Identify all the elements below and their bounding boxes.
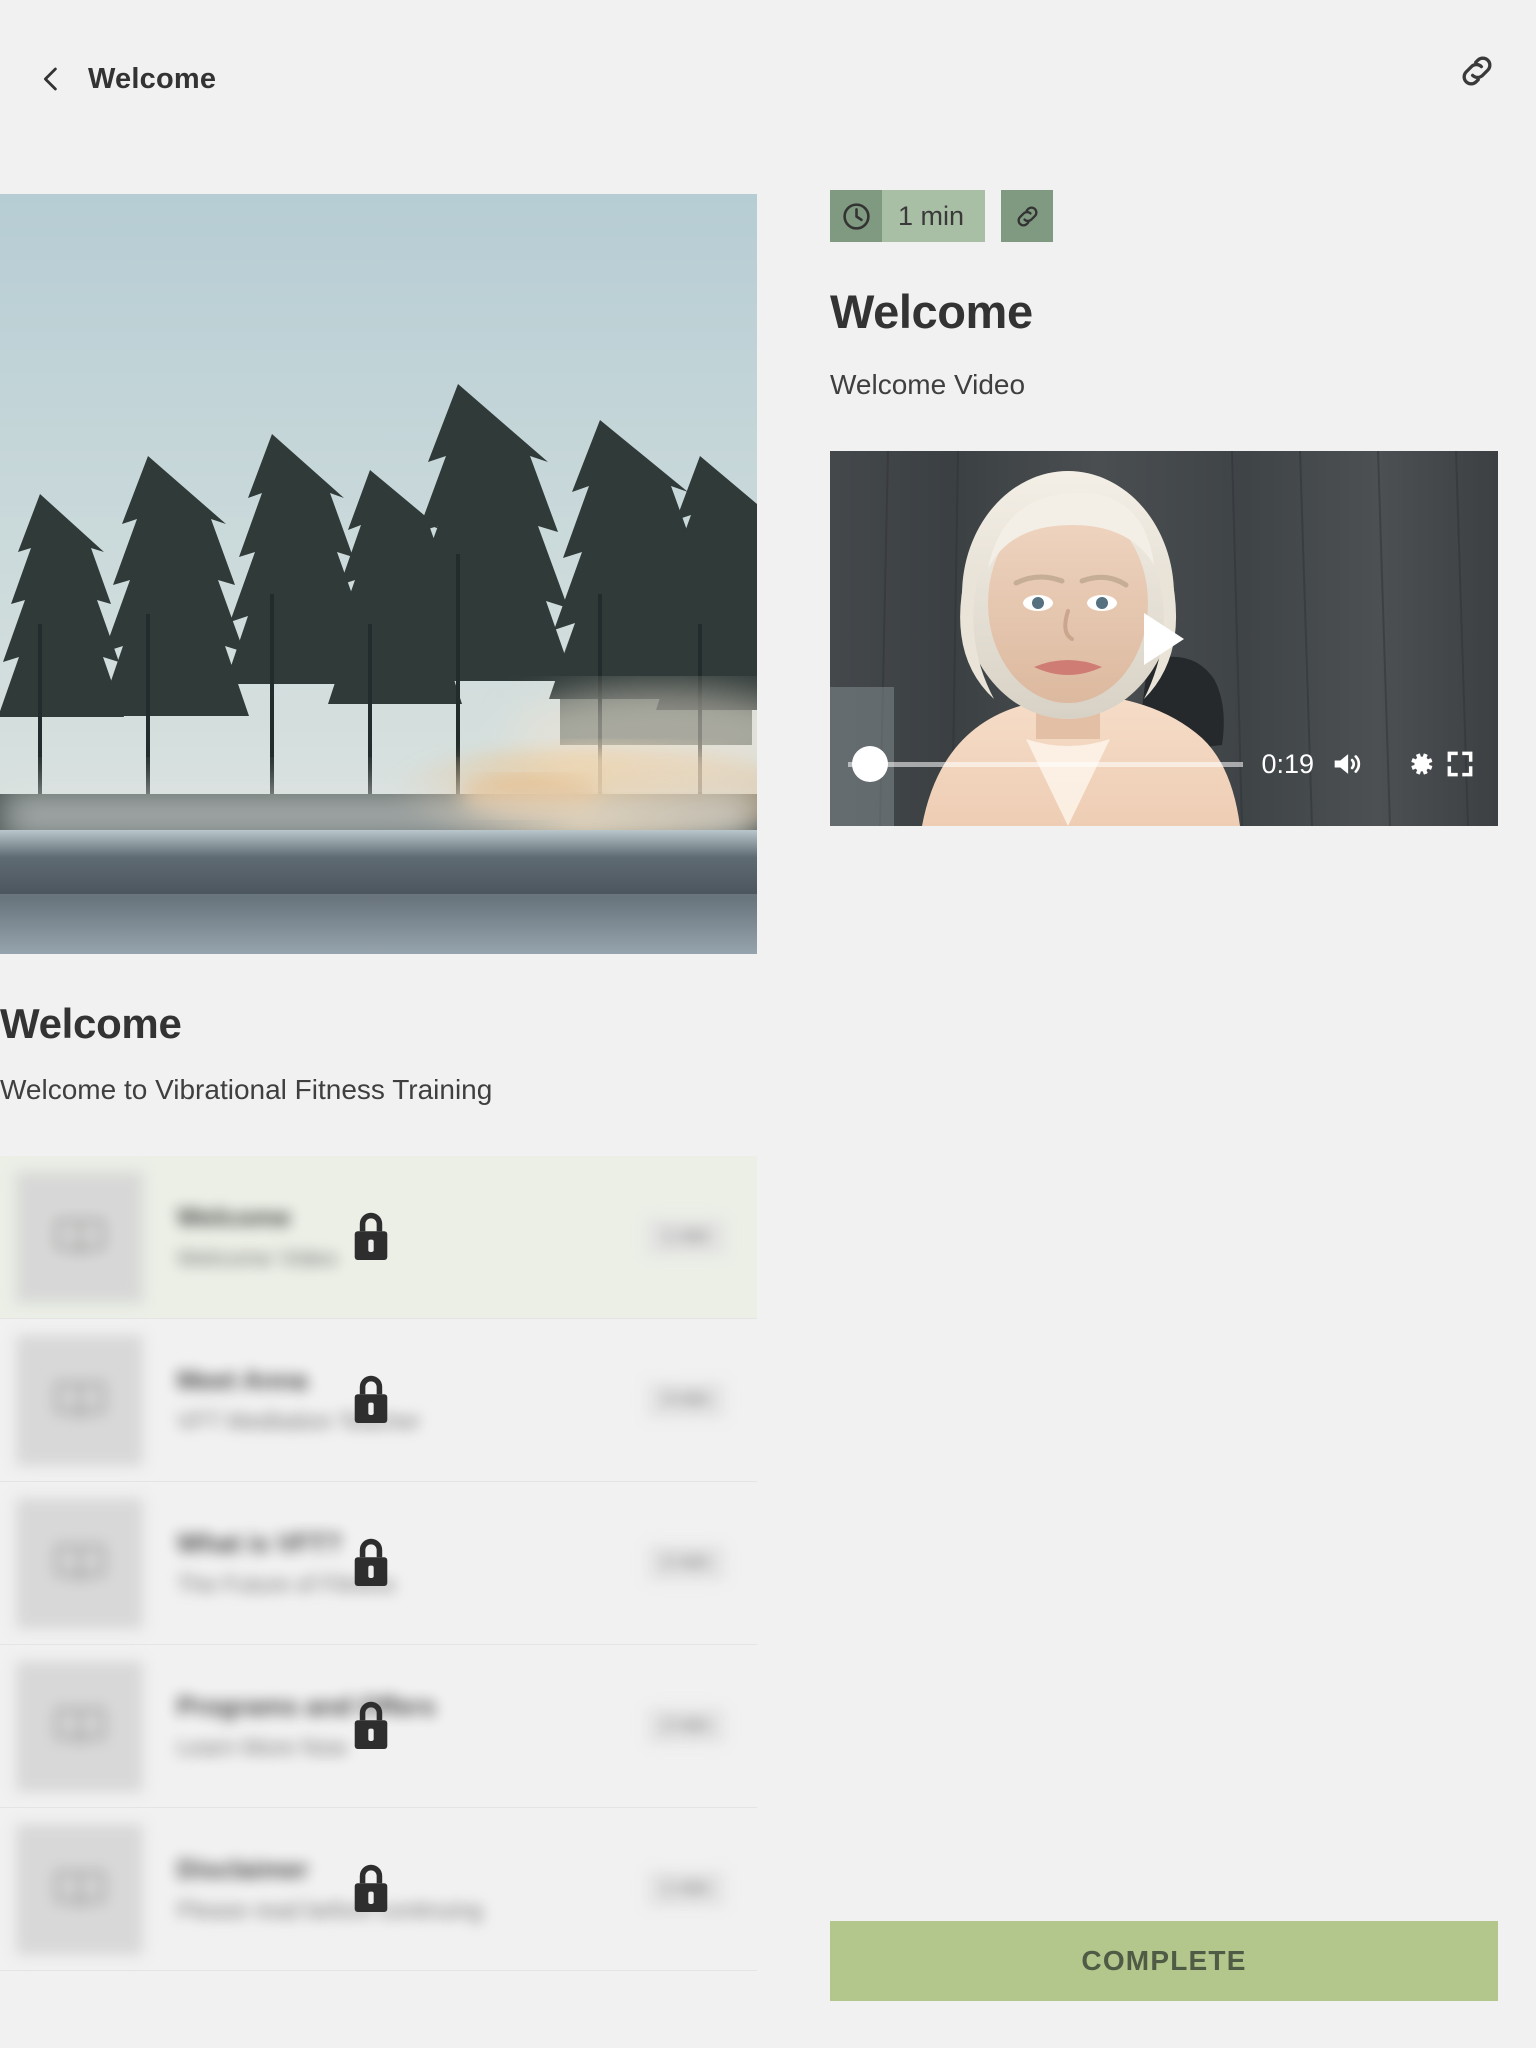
section-heading: Welcome <box>0 1000 182 1047</box>
link-icon <box>1017 206 1038 226</box>
lesson-text: Meet Anna VFT Meditation Teacher <box>177 1365 647 1435</box>
video-time: 0:19 <box>1261 748 1314 779</box>
complete-button[interactable]: COMPLETE <box>830 1921 1498 2001</box>
lesson-page: Welcome Welcome Welcome to Vibrational F… <box>0 0 1536 2048</box>
lesson-text: Programs and Offers Learn More Now <box>177 1691 647 1761</box>
settings-button[interactable] <box>1400 744 1440 784</box>
lesson-title-heading: Welcome <box>830 285 1033 338</box>
lock-icon <box>348 1371 394 1429</box>
page-title: Welcome <box>88 62 217 95</box>
video-progress-slider[interactable] <box>848 746 1244 782</box>
book-icon <box>16 1497 143 1629</box>
lesson-title: Welcome <box>177 1202 291 1232</box>
book-icon <box>16 1823 143 1955</box>
lesson-description: Welcome Video <box>177 1245 338 1271</box>
back-button[interactable]: Welcome <box>36 63 216 96</box>
book-icon <box>16 1660 143 1792</box>
lesson-duration-badge: 3 min <box>646 1382 725 1418</box>
clock-icon <box>830 190 882 242</box>
volume-high-icon <box>1334 754 1361 774</box>
lesson-title: Programs and Offers <box>177 1691 436 1721</box>
lesson-row[interactable]: Disclaimer Please read before continuing 1… <box>0 1808 757 1971</box>
book-icon <box>16 1171 143 1303</box>
lesson-row[interactable]: Meet Anna VFT Meditation Teacher 3 min <box>0 1319 757 1482</box>
lock-icon <box>348 1697 394 1755</box>
book-icon <box>16 1334 143 1466</box>
lesson-row[interactable]: Welcome Welcome Video 1 min <box>0 1156 757 1319</box>
lesson-description: Learn More Now <box>177 1734 348 1760</box>
lesson-description: VFT Meditation Teacher <box>177 1408 421 1434</box>
copy-link-button[interactable] <box>1001 190 1054 242</box>
lock-icon <box>348 1534 394 1592</box>
lesson-duration-badge: 1 min <box>646 1871 725 1907</box>
lesson-title: Meet Anna <box>177 1365 308 1395</box>
fullscreen-button[interactable] <box>1440 744 1480 784</box>
left-column: Welcome Welcome to Vibrational Fitness T… <box>0 194 757 1971</box>
gear-icon <box>1411 753 1433 775</box>
video-player[interactable]: 0:19 <box>830 451 1498 826</box>
lesson-list: Welcome Welcome Video 1 min Meet Anna VFT Me… <box>0 1156 757 1971</box>
lesson-duration-badge: 2 min <box>646 1708 725 1744</box>
progress-track <box>848 761 1244 767</box>
lesson-row[interactable]: Programs and Offers Learn More Now 2 min <box>0 1645 757 1808</box>
progress-knob[interactable] <box>852 746 888 782</box>
lesson-text: Disclaimer Please read before continuing <box>177 1854 647 1924</box>
top-bar: Welcome <box>0 0 1536 158</box>
video-controls: 0:19 <box>830 744 1498 784</box>
lesson-row[interactable]: What is VFT? The Future of Fitness 2 min <box>0 1482 757 1645</box>
duration-label: 1 min <box>882 190 986 242</box>
link-icon <box>1462 56 1492 86</box>
fullscreen-icon <box>1447 751 1473 777</box>
lock-icon <box>348 1860 394 1918</box>
lesson-title: Disclaimer <box>177 1854 309 1884</box>
lesson-text: Welcome Welcome Video <box>177 1202 647 1272</box>
lesson-duration-badge: 2 min <box>646 1545 725 1581</box>
share-link-button[interactable] <box>1456 50 1498 92</box>
lesson-title: What is VFT? <box>177 1528 342 1558</box>
lesson-description: Please read before continuing <box>177 1897 483 1923</box>
lesson-text: What is VFT? The Future of Fitness <box>177 1528 647 1598</box>
lock-icon <box>348 1208 394 1266</box>
lake-forest-illustration <box>0 194 757 954</box>
right-column: 1 min Welcome Welcome Video 0:19 <box>830 190 1498 826</box>
section-subheading: Welcome to Vibrational Fitness Training <box>0 1074 493 1105</box>
volume-button[interactable] <box>1326 744 1366 784</box>
lesson-duration-badge: 1 min <box>646 1219 725 1255</box>
hero-image <box>0 194 757 954</box>
badge-row: 1 min <box>830 190 1498 242</box>
lesson-subtitle: Welcome Video <box>830 369 1026 400</box>
lesson-description: The Future of Fitness <box>177 1571 396 1597</box>
chevron-left-icon <box>36 64 66 94</box>
duration-badge: 1 min <box>830 190 986 242</box>
